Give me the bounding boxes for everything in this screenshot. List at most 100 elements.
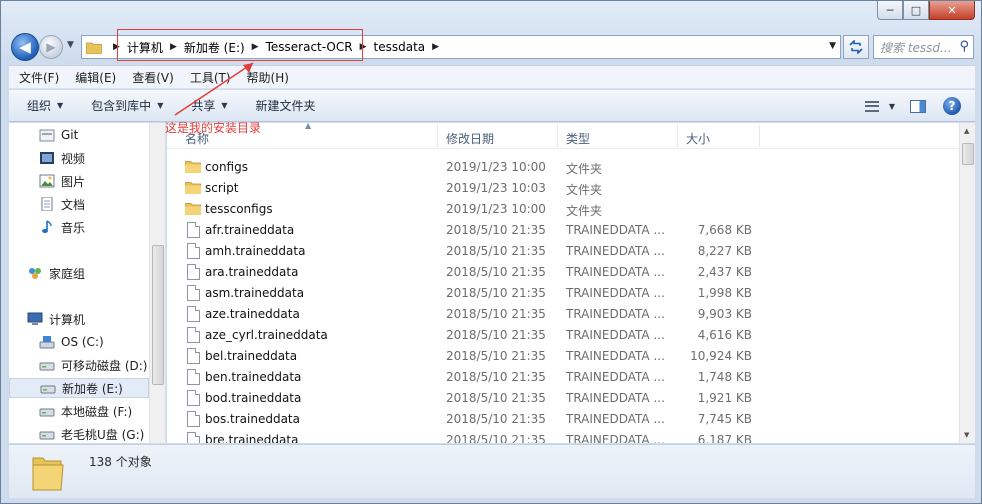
file-date: 2018/5/10 21:35 (446, 370, 546, 384)
file-row[interactable]: bos.traineddata 2018/5/10 21:35 TRAINEDDAT… (167, 409, 959, 430)
nav-scrollbar-thumb[interactable] (152, 245, 164, 385)
file-list-scrollbar-thumb[interactable] (962, 143, 974, 165)
homegroup-icon (29, 268, 41, 279)
file-size: 9,903 KB (697, 307, 752, 321)
help-button[interactable]: ? (941, 96, 963, 116)
file-row[interactable]: tessconfigs 2019/1/23 10:00 文件夹 (167, 199, 959, 220)
sidebar-item-drive-f[interactable]: 本地磁盘 (F:) (39, 401, 132, 421)
scroll-down-icon[interactable]: ▼ (964, 431, 969, 439)
removable-drive-icon (39, 362, 55, 371)
column-divider[interactable] (557, 125, 558, 147)
file-icon (187, 348, 200, 364)
column-date[interactable]: 修改日期 (446, 130, 494, 147)
menu-file[interactable]: 文件(F) (19, 69, 59, 86)
column-size[interactable]: 大小 (686, 130, 710, 147)
search-input[interactable]: 搜索 tessd... ⚲ (873, 35, 974, 59)
column-divider[interactable] (437, 125, 438, 147)
column-type[interactable]: 类型 (566, 130, 590, 147)
chevron-down-icon: ▼ (57, 101, 64, 110)
file-type: TRAINEDDATA ... (566, 412, 665, 426)
column-divider[interactable] (677, 125, 678, 147)
large-folder-icon (32, 457, 64, 491)
sidebar-item-documents[interactable]: 文档 (39, 194, 85, 214)
file-row[interactable]: afr.traineddata 2018/5/10 21:35 TRAINEDDAT… (167, 220, 959, 241)
organize-label: 组织 (27, 99, 52, 113)
scroll-up-icon[interactable]: ▲ (964, 127, 969, 135)
sidebar-item-drive-c[interactable]: OS (C:) (39, 332, 104, 352)
maximize-button[interactable]: □ (903, 1, 929, 20)
chevron-down-icon[interactable]: ▼ (889, 102, 895, 111)
file-list-scrollbar[interactable]: ▲ ▼ (959, 123, 975, 443)
file-row[interactable]: bre.traineddata 2018/5/10 21:35 TRAINEDDAT… (167, 430, 959, 443)
file-date: 2018/5/10 21:35 (446, 391, 546, 405)
chevron-right-icon[interactable]: ▶ (432, 42, 439, 52)
preview-pane-button[interactable] (907, 96, 929, 116)
file-row[interactable]: configs 2019/1/23 10:00 文件夹 (167, 157, 959, 178)
sidebar-item-drive-e[interactable]: 新加卷 (E:) (9, 378, 149, 398)
new-folder-button[interactable]: 新建文件夹 (256, 97, 316, 114)
os-drive-icon (39, 336, 55, 349)
forward-button[interactable]: ▶ (39, 35, 63, 59)
file-row[interactable]: script 2019/1/23 10:03 文件夹 (167, 178, 959, 199)
file-row[interactable]: asm.traineddata 2018/5/10 21:35 TRAINEDDAT… (167, 283, 959, 304)
file-type: TRAINEDDATA ... (566, 307, 665, 321)
minimize-button[interactable]: ─ (877, 1, 903, 20)
sidebar-item-label: 可移动磁盘 (D:) (61, 358, 148, 373)
file-row[interactable]: amh.traineddata 2018/5/10 21:35 TRAINEDDAT… (167, 241, 959, 262)
file-name: ben.traineddata (205, 370, 302, 384)
annotation-label: 这是我的安装目录 (165, 121, 262, 135)
sidebar-item-label: Git (61, 128, 79, 142)
change-view-button[interactable] (861, 96, 883, 116)
file-name: ara.traineddata (205, 265, 299, 279)
search-icon[interactable]: ⚲ (959, 39, 969, 54)
file-type: TRAINEDDATA ... (566, 265, 665, 279)
refresh-button[interactable] (843, 35, 869, 59)
folder-icon (185, 182, 201, 194)
sidebar-item-label: 图片 (61, 174, 86, 189)
file-row[interactable]: ben.traineddata 2018/5/10 21:35 TRAINEDDAT… (167, 367, 959, 388)
explorer-window: ─ □ ✕ ◀ ▶ ▼ ▶ 计算机 ▶ 新加卷 (E:) ▶ Tesseract… (0, 0, 982, 504)
command-bar: 组织 ▼ 包含到库中 ▼ 共享 ▼ 新建文件夹 ▼ ? (9, 90, 975, 122)
close-button[interactable]: ✕ (929, 1, 975, 20)
file-type: 文件夹 (566, 183, 603, 197)
sidebar-item-git[interactable]: Git (39, 125, 78, 145)
sidebar-item-pictures[interactable]: 图片 (39, 171, 85, 191)
sidebar-item-drive-d[interactable]: 可移动磁盘 (D:) (39, 355, 147, 375)
folder-icon (185, 203, 201, 215)
file-row[interactable]: aze_cyrl.traineddata 2018/5/10 21:35 TRAIN… (167, 325, 959, 346)
sidebar-item-video[interactable]: 视频 (39, 148, 85, 168)
file-date: 2018/5/10 21:35 (446, 244, 546, 258)
menu-edit[interactable]: 编辑(E) (75, 69, 116, 86)
file-icon (187, 306, 200, 322)
menu-view[interactable]: 查看(V) (132, 69, 174, 86)
sidebar-item-computer[interactable]: 计算机 (27, 309, 85, 329)
file-row[interactable]: aze.traineddata 2018/5/10 21:35 TRAINEDDAT… (167, 304, 959, 325)
recent-pages-dropdown[interactable]: ▼ (67, 40, 74, 50)
file-row[interactable]: bod.traineddata 2018/5/10 21:35 TRAINEDDAT… (167, 388, 959, 409)
file-size: 10,924 KB (690, 349, 752, 363)
address-history-dropdown[interactable]: ▼ (829, 41, 836, 51)
sidebar-item-label: 老毛桃U盘 (G:) (61, 427, 145, 442)
file-date: 2018/5/10 21:35 (446, 223, 546, 237)
file-name: bre.traineddata (205, 433, 299, 443)
file-name: amh.traineddata (205, 244, 306, 258)
sidebar-item-label: 计算机 (49, 312, 86, 327)
nav-scrollbar[interactable] (149, 123, 165, 443)
file-size: 8,227 KB (697, 244, 752, 258)
breadcrumb-tessdata[interactable]: tessdata (374, 40, 426, 54)
file-row[interactable]: ara.traineddata 2018/5/10 21:35 TRAINEDDAT… (167, 262, 959, 283)
back-button[interactable]: ◀ (11, 33, 39, 61)
column-divider[interactable] (759, 125, 760, 147)
sidebar-item-drive-g[interactable]: 老毛桃U盘 (G:) (39, 424, 144, 443)
preview-pane-icon (910, 99, 926, 113)
computer-icon (27, 312, 43, 325)
organize-button[interactable]: 组织 ▼ (27, 97, 63, 114)
file-row[interactable]: bel.traineddata 2018/5/10 21:35 TRAINEDDAT… (167, 346, 959, 367)
status-bar: 138 个对象 (9, 444, 975, 498)
sort-ascending-icon: ▲ (305, 123, 312, 130)
include-in-library-button[interactable]: 包含到库中 ▼ (91, 97, 163, 114)
file-icon (187, 264, 200, 280)
sidebar-item-music[interactable]: 音乐 (39, 217, 85, 237)
file-icon (187, 390, 200, 406)
sidebar-item-homegroup[interactable]: 家庭组 (27, 263, 85, 283)
